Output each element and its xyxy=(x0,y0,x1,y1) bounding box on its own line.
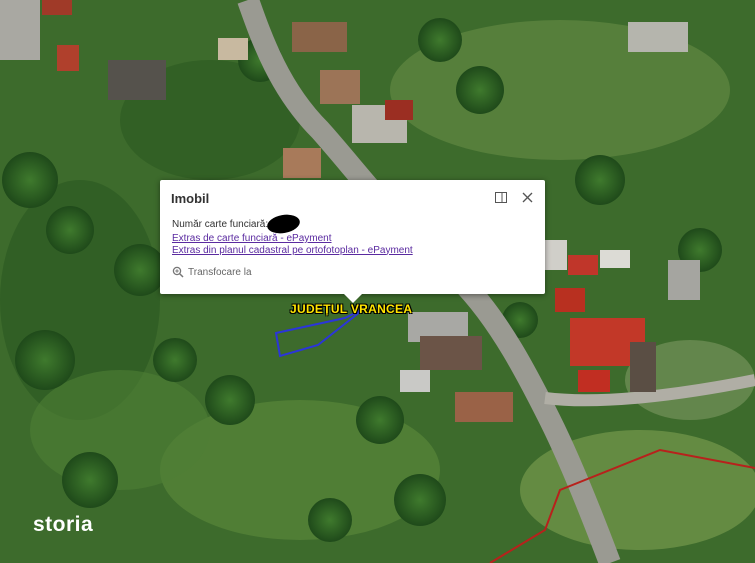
zoom-to-button[interactable]: Transfocare la xyxy=(172,266,252,278)
land-book-row: Număr carte funciară: xyxy=(172,212,413,236)
extras-cf-link[interactable]: Extras de carte funciară - ePayment xyxy=(172,233,332,244)
storia-watermark: storia xyxy=(33,513,94,536)
close-icon[interactable] xyxy=(519,189,535,205)
land-book-label: Număr carte funciară: xyxy=(172,219,269,230)
popup-content: Număr carte funciară: Extras de carte fu… xyxy=(172,212,413,256)
popup-title: Imobil xyxy=(171,191,210,206)
zoom-label: Transfocare la xyxy=(188,266,252,278)
magnifier-icon xyxy=(172,266,184,278)
property-popup: Imobil Număr carte funciară: Extras de c… xyxy=(160,180,545,303)
maximize-icon[interactable] xyxy=(493,189,509,205)
county-label: JUDEȚUL VRANCEA xyxy=(290,302,413,316)
extras-plan-link[interactable]: Extras din planul cadastral pe ortofotop… xyxy=(172,245,413,256)
